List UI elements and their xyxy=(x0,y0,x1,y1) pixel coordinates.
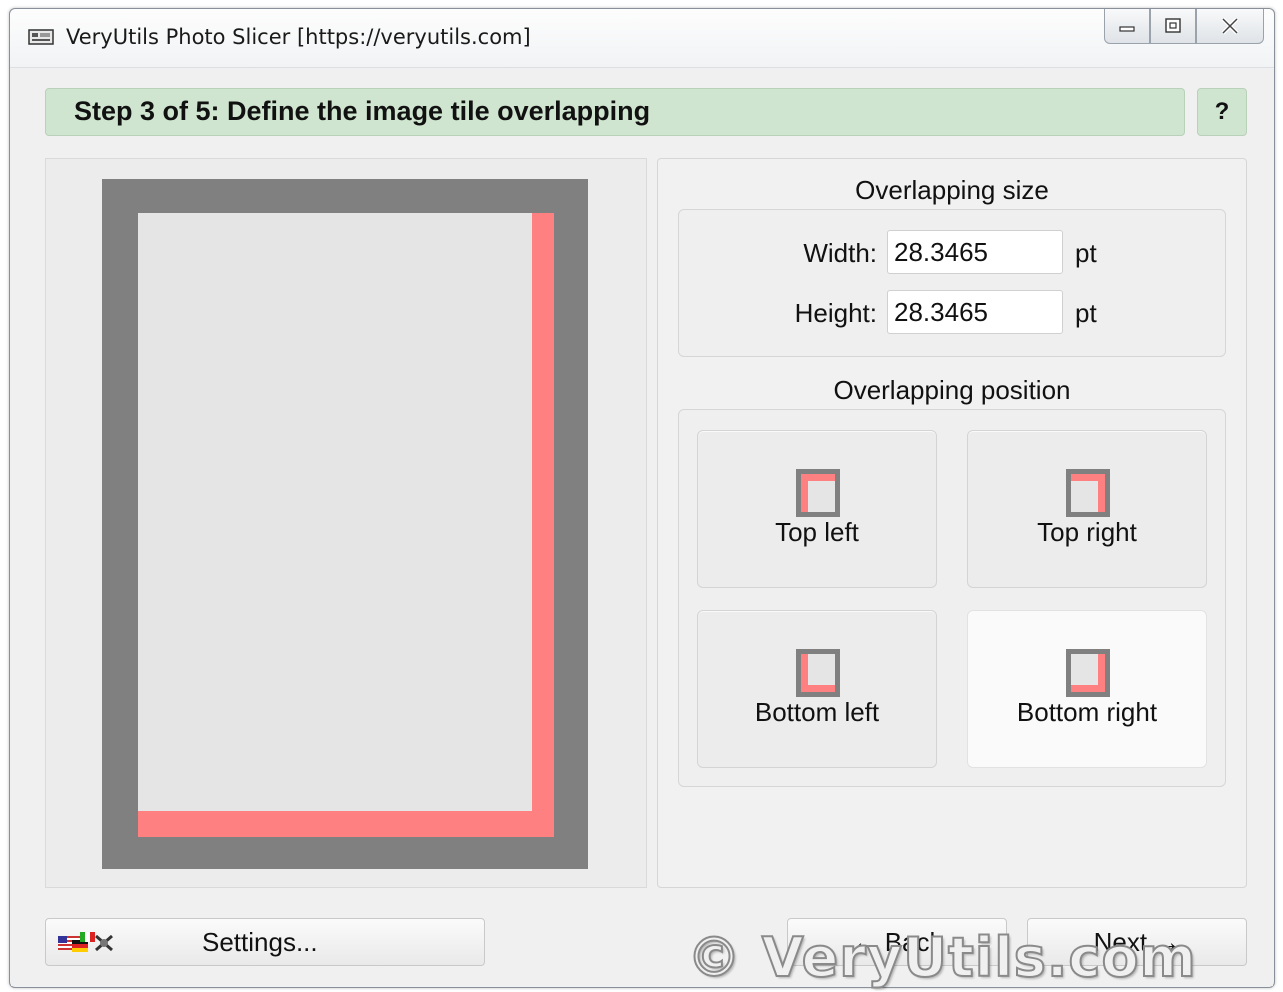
step-title: Step 3 of 5: Define the image tile overl… xyxy=(74,96,651,126)
height-unit: pt xyxy=(1075,298,1097,328)
title-bar[interactable]: VeryUtils Photo Slicer [https://veryutil… xyxy=(10,9,1274,68)
settings-button[interactable]: Settings... xyxy=(45,918,485,966)
close-icon xyxy=(1221,17,1239,35)
preview-panel xyxy=(45,158,647,888)
step-banner: Step 3 of 5: Define the image tile overl… xyxy=(45,88,1185,136)
app-window: VeryUtils Photo Slicer [https://veryutil… xyxy=(9,8,1275,990)
overlap-position-label: Overlapping position xyxy=(833,375,1071,405)
preview-tile xyxy=(138,213,554,837)
minimize-icon xyxy=(1119,26,1135,32)
top-right-button[interactable]: Top right xyxy=(967,430,1207,588)
help-button[interactable]: ? xyxy=(1197,88,1247,136)
width-label: Width: xyxy=(803,238,877,268)
preview-tile-area xyxy=(138,213,532,811)
bottom-left-label: Bottom left xyxy=(754,697,880,727)
close-button[interactable] xyxy=(1196,9,1264,44)
overlap-top-left-icon xyxy=(796,469,840,517)
overlap-size-label: Overlapping size xyxy=(855,175,1049,205)
preview-frame xyxy=(102,179,588,869)
top-left-button[interactable]: Top left xyxy=(697,430,937,588)
width-unit: pt xyxy=(1075,238,1097,268)
wizard-body: Step 3 of 5: Define the image tile overl… xyxy=(11,68,1273,990)
overlap-bottom-left-icon xyxy=(796,649,840,697)
overlap-size-group: Width: pt Height: pt xyxy=(678,209,1226,357)
window-title: VeryUtils Photo Slicer [https://veryutil… xyxy=(66,25,531,49)
language-flags-icon xyxy=(58,932,113,952)
overlap-position-group: Top left Top right Bottom left Bottom ri… xyxy=(678,409,1226,787)
width-field[interactable] xyxy=(887,230,1063,274)
maximize-button[interactable] xyxy=(1150,9,1196,44)
top-left-label: Top left xyxy=(775,517,859,547)
height-label: Height: xyxy=(794,298,877,328)
minimize-button[interactable] xyxy=(1104,9,1150,44)
bottom-left-button[interactable]: Bottom left xyxy=(697,610,937,768)
settings-panel: Overlapping size Width: pt Height: pt Ov… xyxy=(657,158,1247,888)
settings-label: Settings... xyxy=(202,927,318,957)
top-right-label: Top right xyxy=(1037,517,1137,547)
overlap-top-right-icon xyxy=(1066,469,1110,517)
watermark: © VeryUtils.com xyxy=(686,925,1197,990)
bottom-right-label: Bottom right xyxy=(1016,697,1158,727)
height-field[interactable] xyxy=(887,290,1063,334)
app-icon xyxy=(28,29,54,45)
overlap-bottom-right-icon xyxy=(1066,649,1110,697)
bottom-right-button[interactable]: Bottom right xyxy=(967,610,1207,768)
maximize-icon xyxy=(1165,18,1181,33)
